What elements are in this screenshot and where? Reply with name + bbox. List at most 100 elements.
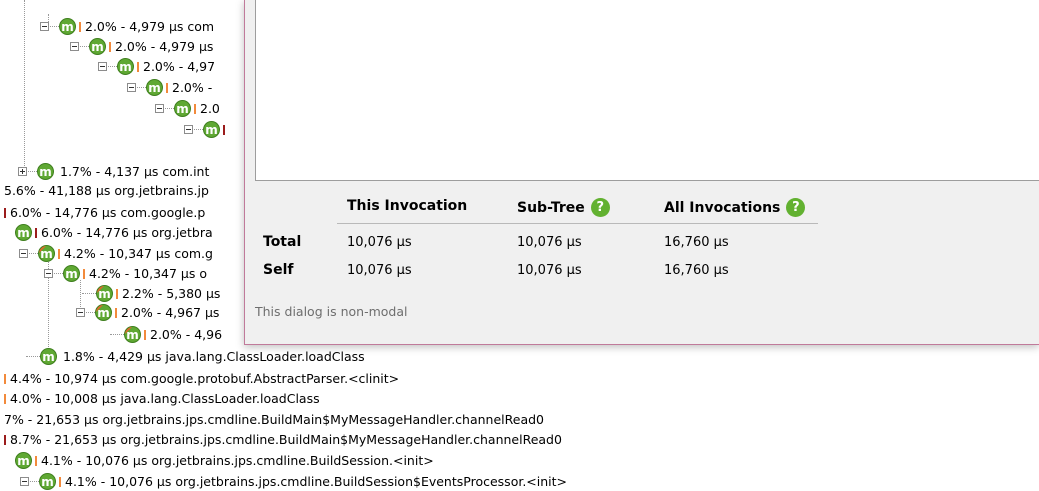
tree-row[interactable]: 5.6% - 41,188 μs org.jetbrains.jp bbox=[4, 181, 209, 200]
expand-toggle-icon[interactable] bbox=[18, 167, 27, 176]
tree-row[interactable]: m 4.1% - 10,076 μs org.jetbrains.jps.cmd… bbox=[15, 451, 434, 470]
method-icon: m bbox=[63, 265, 80, 282]
method-icon: m bbox=[40, 348, 57, 365]
method-icon: m bbox=[59, 18, 76, 35]
tree-row-label: 2.2% - 5,380 μs bbox=[122, 286, 221, 301]
tree-row-label: 2.0% - 4,97 bbox=[143, 59, 216, 74]
time-bar bbox=[116, 288, 118, 299]
tree-row[interactable]: 8.7% - 21,653 μs org.jetbrains.jps.cmdli… bbox=[4, 430, 562, 449]
tree-row[interactable]: m 4.2% - 10,347 μs com.g bbox=[19, 244, 213, 263]
tree-row[interactable]: m 4.2% - 10,347 μs o bbox=[44, 264, 207, 283]
collapse-toggle-icon[interactable] bbox=[19, 249, 28, 258]
collapse-toggle-icon[interactable] bbox=[44, 269, 53, 278]
collapse-toggle-icon[interactable] bbox=[70, 42, 79, 51]
total-sub-tree: 10,076 μs bbox=[517, 235, 582, 250]
method-icon: m bbox=[15, 452, 32, 469]
tree-row[interactable]: m 4.1% - 10,076 μs org.jetbrains.jps.cmd… bbox=[20, 472, 567, 491]
self-sub-tree: 10,076 μs bbox=[517, 263, 582, 278]
tree-row[interactable]: 6.0% - 14,776 μs com.google.p bbox=[4, 203, 205, 222]
tree-row-label: 4.0% - 10,008 μs java.lang.ClassLoader.l… bbox=[10, 391, 320, 406]
row-label-total: Total bbox=[263, 234, 302, 250]
tree-row-label: 5.6% - 41,188 μs org.jetbrains.jp bbox=[4, 183, 209, 198]
method-icon: m bbox=[146, 79, 163, 96]
method-icon: m bbox=[89, 38, 106, 55]
time-bar bbox=[137, 61, 139, 72]
tree-row[interactable]: m 2.0% - 4,967 μs bbox=[76, 303, 219, 322]
tree-row[interactable]: m 2.0% - 4,97 bbox=[98, 57, 215, 76]
tree-row-label: 4.2% - 10,347 μs com.g bbox=[64, 246, 213, 261]
collapse-toggle-icon[interactable] bbox=[184, 125, 193, 134]
column-header-sub-tree: Sub-Tree ? bbox=[517, 198, 610, 217]
tree-row-label: 4.2% - 10,347 μs o bbox=[89, 266, 208, 281]
collapse-toggle-icon[interactable] bbox=[20, 477, 29, 486]
tree-row-label: 2.0% - bbox=[172, 80, 213, 95]
tree-row[interactable]: m bbox=[184, 120, 229, 139]
tree-row[interactable]: 7% - 21,653 μs org.jetbrains.jps.cmdline… bbox=[4, 410, 544, 429]
time-bar bbox=[194, 103, 196, 114]
tree-row[interactable]: m 2.0% - 4,96 bbox=[110, 325, 222, 344]
method-icon: m bbox=[124, 326, 141, 343]
invocation-stats-dialog[interactable]: This Invocation Sub-Tree ? All Invocatio… bbox=[244, 0, 1039, 345]
time-bar bbox=[35, 455, 37, 466]
header-divider bbox=[337, 223, 818, 224]
time-bar bbox=[35, 227, 37, 238]
tree-row-label: 4.4% - 10,974 μs com.google.protobuf.Abs… bbox=[10, 371, 400, 386]
method-icon: m bbox=[95, 304, 112, 321]
tree-row-label: 8.7% - 21,653 μs org.jetbrains.jps.cmdli… bbox=[10, 432, 562, 447]
self-all-invocations: 16,760 μs bbox=[664, 263, 729, 278]
time-bar bbox=[223, 124, 225, 135]
time-bar bbox=[4, 393, 6, 404]
tree-row-label: 7% - 21,653 μs org.jetbrains.jps.cmdline… bbox=[4, 412, 545, 427]
help-icon[interactable]: ? bbox=[590, 198, 610, 217]
total-this-invocation: 10,076 μs bbox=[347, 235, 412, 250]
method-icon: m bbox=[117, 58, 134, 75]
method-icon: m bbox=[37, 163, 54, 180]
tree-row[interactable]: m 1.7% - 4,137 μs com.int bbox=[18, 162, 209, 181]
time-bar bbox=[109, 41, 111, 52]
collapse-toggle-icon[interactable] bbox=[98, 62, 107, 71]
method-icon: m bbox=[38, 245, 55, 262]
time-bar bbox=[115, 307, 117, 318]
tree-row[interactable]: m 2.0 bbox=[155, 99, 220, 118]
time-bar bbox=[144, 329, 146, 340]
tree-row[interactable]: m 2.0% - bbox=[127, 78, 212, 97]
time-bar bbox=[79, 21, 81, 32]
time-bar bbox=[83, 268, 85, 279]
tree-row-label: 2.0% - 4,967 μs bbox=[121, 305, 220, 320]
tree-row[interactable]: m 2.0% - 4,979 μs bbox=[70, 37, 213, 56]
time-bar bbox=[4, 434, 6, 445]
call-graph-area[interactable] bbox=[255, 0, 1039, 181]
collapse-toggle-icon[interactable] bbox=[40, 22, 49, 31]
tree-row-label: 2.0% - 4,979 μs bbox=[115, 39, 214, 54]
non-modal-note: This dialog is non-modal bbox=[255, 304, 408, 319]
time-bar bbox=[59, 476, 61, 487]
method-icon: m bbox=[39, 473, 56, 490]
self-this-invocation: 10,076 μs bbox=[347, 263, 412, 278]
tree-row[interactable]: m 1.8% - 4,429 μs java.lang.ClassLoader.… bbox=[26, 347, 365, 366]
tree-row[interactable]: m 2.0% - 4,979 μs com bbox=[40, 17, 214, 36]
tree-row[interactable]: m 6.0% - 14,776 μs org.jetbra bbox=[15, 223, 213, 242]
tree-row-label: 2.0 bbox=[200, 101, 220, 116]
tree-row-label: 6.0% - 14,776 μs com.google.p bbox=[10, 205, 206, 220]
method-icon: m bbox=[96, 285, 113, 302]
tree-row-label: 1.8% - 4,429 μs java.lang.ClassLoader.lo… bbox=[63, 349, 365, 364]
collapse-toggle-icon[interactable] bbox=[155, 104, 164, 113]
collapse-toggle-icon[interactable] bbox=[76, 308, 85, 317]
total-all-invocations: 16,760 μs bbox=[664, 235, 729, 250]
time-bar bbox=[4, 207, 6, 218]
tree-row-label: 4.1% - 10,076 μs org.jetbrains.jps.cmdli… bbox=[41, 453, 434, 468]
tree-row[interactable]: m 2.2% - 5,380 μs bbox=[82, 284, 220, 303]
help-icon[interactable]: ? bbox=[786, 198, 806, 217]
collapse-toggle-icon[interactable] bbox=[127, 83, 136, 92]
tree-row-label: 4.1% - 10,076 μs org.jetbrains.jps.cmdli… bbox=[65, 474, 568, 489]
row-label-self: Self bbox=[263, 262, 294, 278]
method-icon: m bbox=[174, 100, 191, 117]
tree-row[interactable]: 4.0% - 10,008 μs java.lang.ClassLoader.l… bbox=[4, 389, 320, 408]
tree-guide bbox=[24, 0, 25, 176]
method-icon: m bbox=[15, 224, 32, 241]
tree-row[interactable]: 4.4% - 10,974 μs com.google.protobuf.Abs… bbox=[4, 369, 399, 388]
tree-row-label: 6.0% - 14,776 μs org.jetbra bbox=[41, 225, 213, 240]
tree-row-label: 2.0% - 4,979 μs com bbox=[85, 19, 215, 34]
column-header-this-invocation: This Invocation bbox=[347, 198, 468, 214]
time-bar bbox=[58, 248, 60, 259]
